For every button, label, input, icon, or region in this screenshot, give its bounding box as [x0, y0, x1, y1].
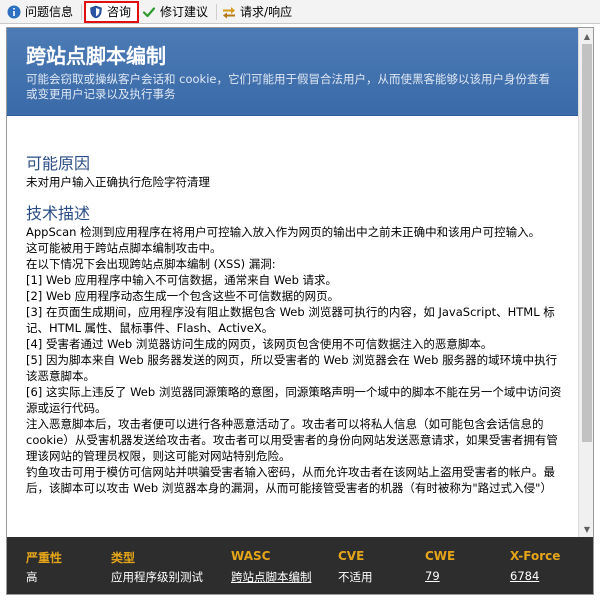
vertical-scrollbar[interactable]: ▲ ▼	[578, 28, 593, 537]
xforce-link[interactable]: 6784	[510, 569, 539, 583]
technical-paragraph: [5] 因为脚本来自 Web 服务器发送的网页，所以受害者的 Web 浏览器会在…	[26, 353, 558, 383]
technical-paragraph: [6] 这实际上违反了 Web 浏览器同源策略的意图，同源策略声明一个域中的脚本…	[26, 385, 562, 415]
cwe-label: CWE	[425, 549, 456, 563]
tab-divider	[81, 3, 83, 20]
cause-heading: 可能原因	[26, 156, 91, 173]
severity-value: 高	[26, 570, 38, 584]
technical-paragraph: [3] 在页面生成期间，应用程序没有阻止数据包含 Web 浏览器可执行的内容，如…	[26, 305, 555, 335]
type-label: 类型	[111, 551, 136, 565]
technical-paragraph: 这可能被用于跨站点脚本编制攻击中。	[26, 241, 222, 255]
cve-value: 不适用	[338, 570, 373, 584]
technical-paragraph: [1] Web 应用程序中输入不可信数据，通常来自 Web 请求。	[26, 273, 338, 287]
tab-label: 修订建议	[160, 5, 209, 19]
cve-label: CVE	[338, 549, 365, 563]
advisory-header: 跨站点脚本编制 可能会窃取或操纵客户会话和 cookie，它们可能用于假冒合法用…	[7, 28, 578, 116]
cause-section: 可能原因 未对用户输入正确执行危险字符清理	[26, 156, 566, 190]
issue-summary-bar: 严重性 高 类型 应用程序级别测试 WASC 跨站点脚本编制 CVE 不适用 C…	[7, 537, 593, 594]
tab-label: 咨询	[107, 5, 132, 19]
tab-advisory[interactable]: 咨询	[84, 0, 140, 23]
tab-issue-info[interactable]: 问题信息	[4, 2, 79, 22]
cause-text: 未对用户输入正确执行危险字符清理	[26, 175, 210, 189]
tab-label: 问题信息	[25, 5, 74, 19]
checkmark-icon	[142, 5, 156, 19]
xforce-label: X-Force	[510, 549, 561, 563]
technical-paragraph: [4] 受害者通过 Web 浏览器访问生成的网页，该网页包含使用不可信数据注入的…	[26, 337, 493, 351]
info-icon	[7, 5, 21, 19]
technical-paragraph: 钓鱼攻击可用于模仿可信网站并哄骗受害者输入密码，从而允许攻击者在该网站上盗用受害…	[26, 465, 555, 495]
technical-paragraph: 在以下情况下会出现跨站点脚本编制 (XSS) 漏洞:	[26, 257, 276, 271]
tab-request-response[interactable]: 请求/响应	[219, 2, 298, 22]
tab-divider	[216, 3, 218, 20]
tab-label: 请求/响应	[240, 5, 293, 19]
scroll-down-arrow-icon[interactable]: ▼	[579, 521, 593, 537]
tab-bar: 问题信息 咨询 修订建议 请求/响应	[0, 0, 600, 24]
type-value: 应用程序级别测试	[111, 570, 203, 584]
tab-fix-recommendation[interactable]: 修订建议	[139, 2, 214, 22]
wasc-label: WASC	[231, 549, 271, 563]
shield-icon	[89, 5, 103, 19]
advisory-content: 可能原因 未对用户输入正确执行危险字符清理 技术描述 AppScan 检测到应用…	[26, 156, 566, 536]
technical-paragraph: [2] Web 应用程序动态生成一个包含这些不可信数据的网页。	[26, 289, 340, 303]
scroll-up-arrow-icon[interactable]: ▲	[579, 28, 593, 44]
page-title: 跨站点脚本编制	[26, 44, 166, 68]
technical-description-section: 技术描述 AppScan 检测到应用程序在将用户可控输入放入作为网页的输出中之前…	[26, 206, 566, 496]
scrollbar-thumb[interactable]	[582, 44, 592, 442]
exchange-icon	[222, 5, 236, 19]
wasc-link[interactable]: 跨站点脚本编制	[231, 569, 312, 585]
threat-description: 可能会窃取或操纵客户会话和 cookie，它们可能用于假冒合法用户，从而使黑客能…	[26, 72, 550, 101]
technical-paragraph: 注入恶意脚本后，攻击者便可以进行各种恶意活动了。攻击者可以将私人信息（如可能包含…	[26, 417, 558, 463]
cwe-link[interactable]: 79	[425, 569, 440, 583]
technical-paragraph: AppScan 检测到应用程序在将用户可控输入放入作为网页的输出中之前未正确中和…	[26, 225, 541, 239]
severity-label: 严重性	[26, 551, 63, 565]
advisory-panel: 跨站点脚本编制 可能会窃取或操纵客户会话和 cookie，它们可能用于假冒合法用…	[6, 27, 594, 595]
technical-description-heading: 技术描述	[26, 204, 91, 223]
